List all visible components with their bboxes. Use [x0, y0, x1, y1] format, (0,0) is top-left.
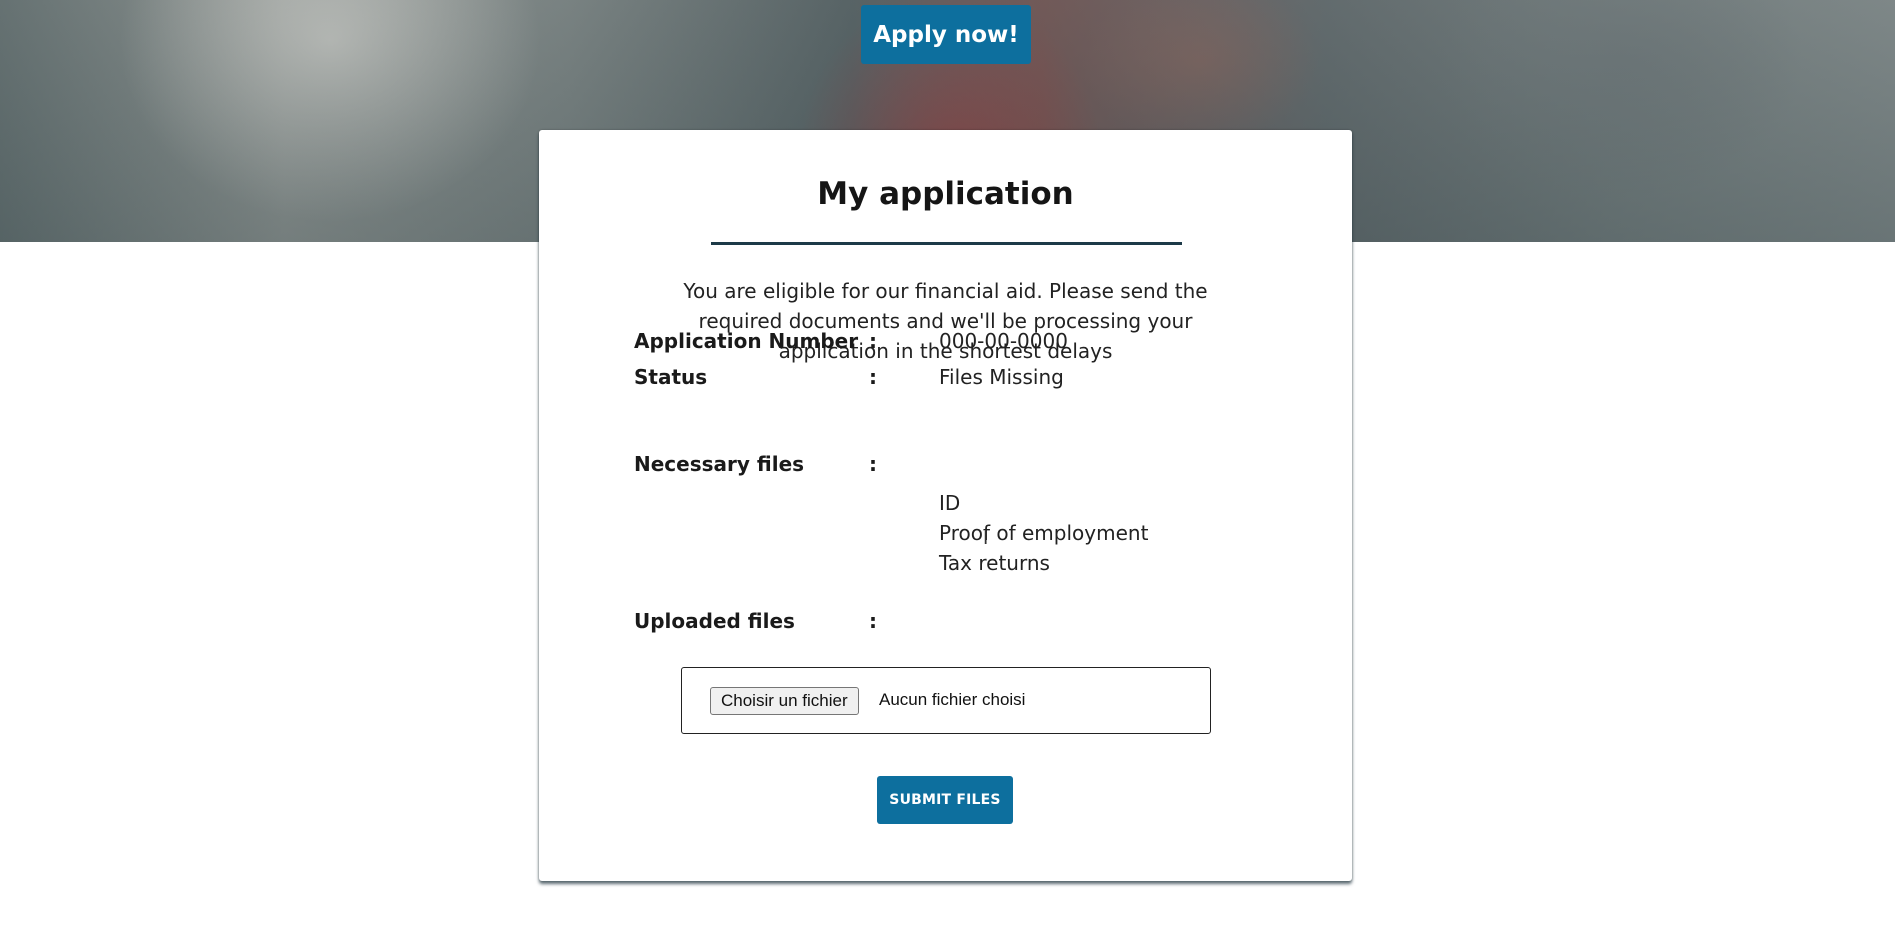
- application-number-value: 000-00-0000: [939, 329, 1068, 353]
- field-separator: :: [869, 609, 877, 633]
- text-cursor-icon: I: [983, 528, 989, 549]
- necessary-files-label: Necessary files: [634, 452, 805, 476]
- application-card: My application You are eligible for our …: [539, 130, 1352, 881]
- status-label: Status: [634, 365, 708, 389]
- file-status-text: Aucun fichier choisi: [879, 690, 1026, 709]
- list-item: ID: [939, 491, 961, 515]
- field-separator: :: [869, 329, 877, 353]
- page-title: My application: [817, 176, 1074, 212]
- apply-now-button[interactable]: Apply now!: [861, 5, 1031, 64]
- file-upload-field: Choisir un fichier Aucun fichier choisi: [681, 667, 1211, 734]
- list-item: Tax returns: [939, 551, 1050, 575]
- status-value: Files Missing: [939, 365, 1064, 389]
- choose-file-button[interactable]: Choisir un fichier: [710, 687, 859, 715]
- list-item: Proof of employment: [939, 521, 1149, 545]
- necessary-files-list: ID Proof of employment Tax returns: [939, 488, 1148, 578]
- uploaded-files-label: Uploaded files: [634, 609, 795, 633]
- submit-files-button[interactable]: SUBMIT FILES: [877, 776, 1013, 824]
- title-divider: [711, 242, 1182, 245]
- field-separator: :: [869, 365, 877, 389]
- field-separator: :: [869, 452, 877, 476]
- application-number-label: Application Number: [634, 329, 859, 353]
